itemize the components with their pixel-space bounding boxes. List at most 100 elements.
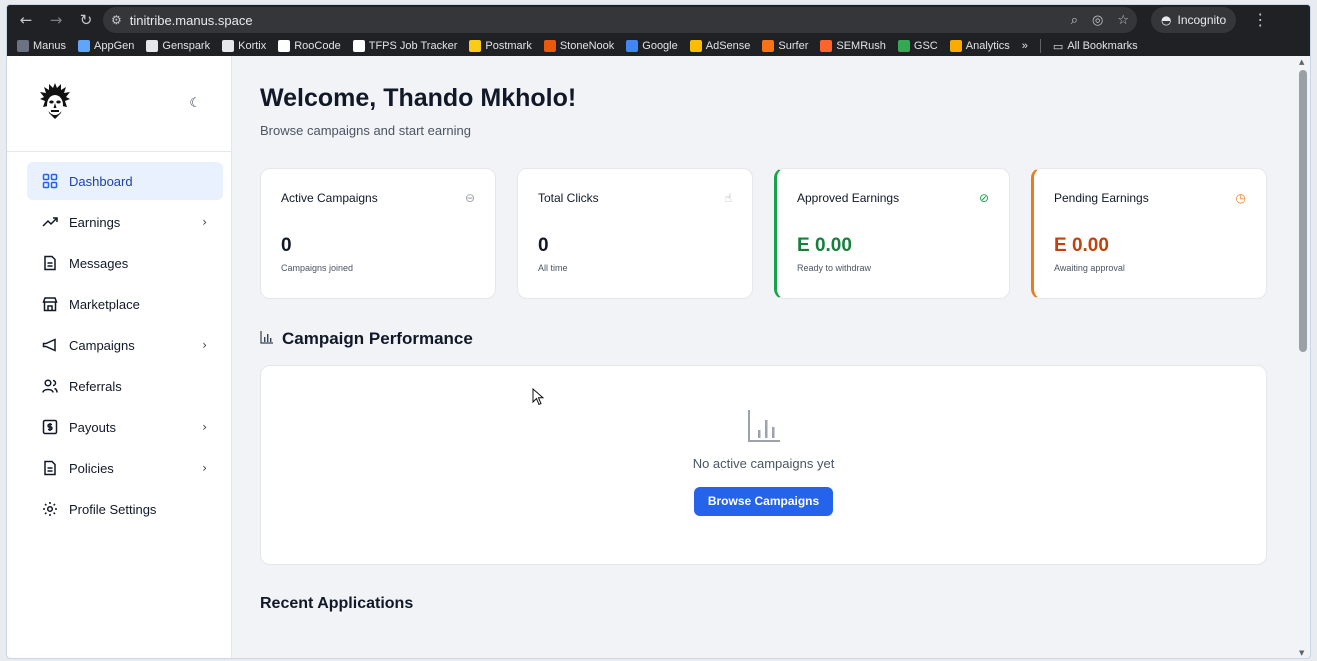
bookmark-genspark[interactable]: Genspark <box>140 36 216 56</box>
semrush-icon <box>820 40 833 52</box>
sidebar-item-policies[interactable]: Policies › <box>27 449 223 487</box>
bookmark-label: TFPS Job Tracker <box>368 40 458 52</box>
bookmarks-divider <box>1039 39 1041 53</box>
performance-heading: Campaign Performance <box>260 329 1310 349</box>
stat-card-subtitle: Ready to withdraw <box>797 263 872 273</box>
bookmark-label: Google <box>642 40 678 52</box>
bookmark-label: Analytics <box>965 40 1010 52</box>
sidebar-item-payouts[interactable]: Payouts › <box>27 408 223 446</box>
chevron-right-icon: › <box>202 215 207 229</box>
bookmark-manus[interactable]: Manus <box>11 36 72 56</box>
chevron-right-icon: › <box>202 338 207 352</box>
stat-card-subtitle: Awaiting approval <box>1054 263 1125 273</box>
address-bar[interactable]: ⚙ tinitribe.manus.space ⌕ ◎ ☆ <box>103 7 1137 33</box>
scroll-up-icon[interactable]: ▲ <box>1299 58 1304 66</box>
reload-icon[interactable]: ↻ <box>73 7 99 33</box>
stat-card-pending-earnings: Pending Earnings ◷ E 0.00 Awaiting approval <box>1031 168 1267 299</box>
eye-off-icon[interactable]: ◎ <box>1092 13 1103 28</box>
kortix-icon <box>222 40 235 52</box>
incognito-label: Incognito <box>1177 13 1227 27</box>
link-icon: ⊖ <box>464 191 475 205</box>
sidebar-item-label: Earnings <box>69 214 121 230</box>
bookmark-surfer[interactable]: Surfer <box>756 36 814 56</box>
analytics-icon <box>949 40 962 52</box>
appgen-icon <box>78 40 91 52</box>
stat-card-value: 0 <box>538 235 549 256</box>
empty-state-text: No active campaigns yet <box>692 456 835 471</box>
site-settings-icon[interactable]: ⚙ <box>111 13 122 27</box>
sidebar-item-profile-settings[interactable]: Profile Settings <box>27 490 223 528</box>
stat-card-approved-earnings: Approved Earnings ⊘ E 0.00 Ready to withdra… <box>774 168 1010 299</box>
scroll-down-icon[interactable]: ▼ <box>1299 649 1304 657</box>
app-viewport: ☾ Dashboard Earnings › Messages Marketplace C… <box>7 56 1310 658</box>
bookmark-roocode[interactable]: RooCode <box>272 36 346 56</box>
chevron-right-icon: › <box>202 461 207 475</box>
sidebar-item-campaigns[interactable]: Campaigns › <box>27 326 223 364</box>
sidebar-item-label: Marketplace <box>69 296 140 312</box>
browse-campaigns-button[interactable]: Browse Campaigns <box>693 487 834 516</box>
tfps-icon <box>352 40 365 52</box>
sidebar: ☾ Dashboard Earnings › Messages Marketplace C… <box>7 56 232 658</box>
dollar-icon <box>41 418 59 436</box>
back-arrow-icon[interactable]: ← <box>13 7 39 33</box>
sidebar-item-referrals[interactable]: Referrals <box>27 367 223 405</box>
sidebar-item-messages[interactable]: Messages <box>27 244 223 282</box>
google-icon <box>626 40 639 52</box>
bookmark-gsc[interactable]: GSC <box>892 36 944 56</box>
zoom-icon[interactable]: ⌕ <box>1071 13 1078 28</box>
forward-arrow-icon[interactable]: → <box>43 7 69 33</box>
document-icon <box>41 459 59 477</box>
sidebar-item-dashboard[interactable]: Dashboard <box>27 162 223 200</box>
bookmark-stonenook[interactable]: StoneNook <box>538 36 620 56</box>
stat-card-value: 0 <box>281 235 292 256</box>
main-content: Welcome, Thando Mkholo! Browse campaigns… <box>232 56 1310 658</box>
url-text[interactable]: tinitribe.manus.space <box>130 13 1063 28</box>
bookmark-semrush[interactable]: SEMRush <box>814 36 892 56</box>
dashboard-icon <box>41 172 59 190</box>
sidebar-item-label: Campaigns <box>69 337 135 353</box>
bookmark-label: Postmark <box>485 40 532 52</box>
incognito-icon: ◓ <box>1161 13 1172 27</box>
bookmark-postmark[interactable]: Postmark <box>463 36 537 56</box>
folder-icon: ▭ <box>1052 39 1064 53</box>
bookmark-tfps-job-tracker[interactable]: TFPS Job Tracker <box>347 36 464 56</box>
pointer-click-icon: ☝ <box>724 191 732 205</box>
sidebar-item-label: Dashboard <box>69 173 133 189</box>
bookmark-adsense[interactable]: AdSense <box>684 36 757 56</box>
performance-title: Campaign Performance <box>282 329 473 348</box>
theme-toggle-moon-icon[interactable]: ☾ <box>189 96 201 111</box>
chevron-right-icon: › <box>202 420 207 434</box>
star-icon[interactable]: ☆ <box>1117 13 1129 28</box>
sidebar-item-marketplace[interactable]: Marketplace <box>27 285 223 323</box>
bookmark-google[interactable]: Google <box>620 36 683 56</box>
document-icon <box>41 254 59 272</box>
stat-card-title: Pending Earnings <box>1054 191 1149 205</box>
bookmark-label: Kortix <box>238 40 267 52</box>
store-icon <box>41 295 59 313</box>
clock-icon: ◷ <box>1235 191 1246 205</box>
gsc-icon <box>897 40 910 52</box>
bookmark-label: RooCode <box>294 40 341 52</box>
sidebar-item-label: Messages <box>69 255 129 271</box>
empty-chart-icon <box>746 408 782 446</box>
tribal-mask-logo-icon <box>37 81 73 126</box>
bookmark-label: AdSense <box>705 40 751 52</box>
sidebar-item-label: Referrals <box>69 378 122 394</box>
scrollbar[interactable]: ▲ ▼ <box>1296 56 1310 658</box>
scrollbar-thumb[interactable] <box>1299 70 1307 352</box>
users-icon <box>41 377 59 395</box>
bookmark-label: AppGen <box>94 40 135 52</box>
incognito-badge[interactable]: ◓ Incognito <box>1151 7 1237 33</box>
adsense-icon <box>689 40 702 52</box>
bookmark-label: StoneNook <box>559 40 615 52</box>
bookmark-appgen[interactable]: AppGen <box>72 36 140 56</box>
bookmark-kortix[interactable]: Kortix <box>216 36 272 56</box>
stat-card-subtitle: Campaigns joined <box>281 263 354 273</box>
all-bookmarks-button[interactable]: ▭ All Bookmarks <box>1047 36 1144 56</box>
menu-kebab-icon[interactable]: ⋮ <box>1250 10 1270 30</box>
bookmark-analytics[interactable]: Analytics <box>944 36 1016 56</box>
navigation-row: ← → ↻ ⚙ tinitribe.manus.space ⌕ ◎ ☆ ◓ In… <box>7 5 1310 35</box>
bookmarks-bar: Manus AppGen Genspark Kortix RooCode TFPS Job… <box>7 35 1310 57</box>
bookmarks-overflow-button[interactable]: » <box>1016 36 1034 56</box>
sidebar-item-earnings[interactable]: Earnings › <box>27 203 223 241</box>
